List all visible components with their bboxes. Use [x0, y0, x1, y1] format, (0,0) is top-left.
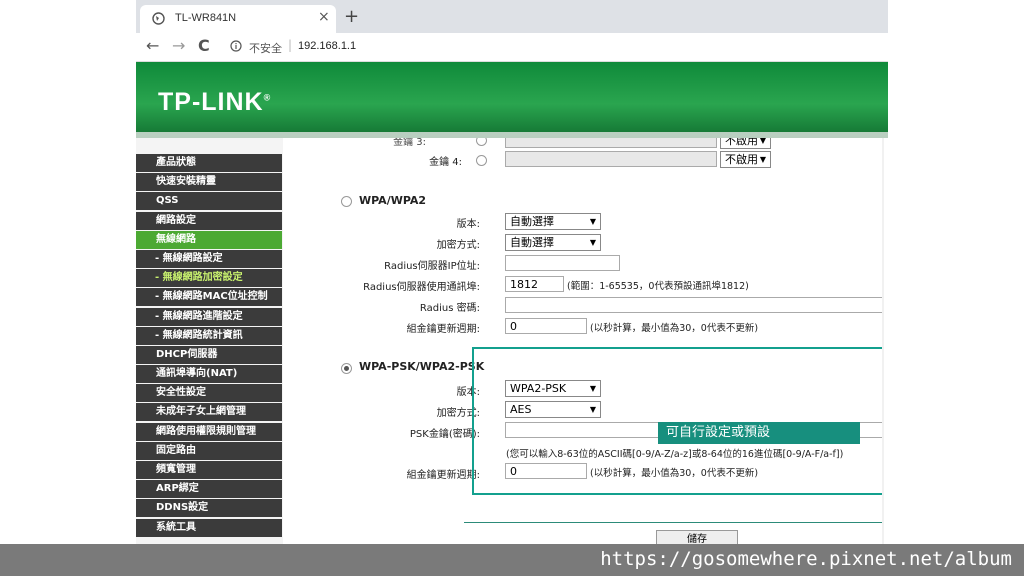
psk-key-label: PSK金鑰(密碼): [409, 429, 480, 440]
key4-select-value: 不啟用 [725, 153, 758, 166]
radius-port-label: Radius伺服器使用通訊埠: [363, 282, 480, 293]
sidebar-item-nat[interactable]: 通訊埠導向(NAT) [136, 365, 282, 384]
sidebar-item-arp[interactable]: ARP綁定 [136, 480, 282, 499]
sidebar-item-wireless-settings[interactable]: - 無線網路設定 [136, 249, 282, 268]
sidebar-menu: 產品狀態 快速安裝精靈 QSS 網路設定 無線網路 - 無線網路設定 - 無線網… [136, 154, 282, 538]
registered-mark: ® [263, 92, 272, 103]
radius-port-note: (範圍：1-65535，0代表預設通訊埠1812) [567, 281, 749, 292]
sidebar-item-dhcp[interactable]: DHCP伺服器 [136, 345, 282, 364]
psk-encryption-label: 加密方式: [436, 408, 480, 419]
key4-radio[interactable] [476, 155, 487, 166]
radius-password-field[interactable] [505, 297, 882, 313]
wpa-title: WPA/WPA2 [359, 194, 427, 207]
wpa-group-key-note: (以秒計算，最小值為30，0代表不更新) [590, 323, 759, 334]
key3-select-value: 不啟用 [725, 138, 758, 147]
dropdown-arrow-icon: ▼ [589, 217, 596, 226]
wpa-version-value: 自動選擇 [510, 215, 554, 228]
radius-ip-field[interactable] [505, 255, 620, 271]
key3-label: 金鑰 3: [393, 138, 426, 148]
watermark-text: https://gosomewhere.pixnet.net/album [600, 548, 1012, 570]
sidebar-item-wireless-security[interactable]: - 無線網路加密設定 [136, 269, 282, 288]
reload-icon[interactable]: C [198, 36, 210, 55]
sidebar-item-status[interactable]: 產品狀態 [136, 154, 282, 172]
key4-field[interactable] [505, 151, 717, 167]
wpa-encryption-label: 加密方式: [436, 240, 480, 251]
tab-bar: TL-WR841N × + [136, 0, 888, 33]
tab-title: TL-WR841N [175, 12, 237, 24]
address-bar: ← → C 不安全 | 192.168.1.1 [136, 33, 888, 62]
sidebar-item-qss[interactable]: QSS [136, 192, 282, 211]
forward-icon[interactable]: → [172, 36, 185, 55]
radius-port-field[interactable]: 1812 [505, 276, 564, 292]
sidebar-item-wireless-advanced[interactable]: - 無線網路進階設定 [136, 307, 282, 326]
info-icon[interactable] [230, 40, 242, 52]
key3-radio[interactable] [476, 138, 487, 146]
wpa-radio[interactable] [341, 196, 352, 207]
radius-ip-label: Radius伺服器IP位址: [384, 261, 480, 272]
browser-tab[interactable]: TL-WR841N × [140, 5, 336, 33]
sidebar-item-parental[interactable]: 未成年子女上網管理 [136, 403, 282, 422]
sidebar-item-bandwidth[interactable]: 頻寬管理 [136, 461, 282, 479]
dropdown-arrow-icon: ▼ [759, 155, 766, 164]
router-header: TP-LINK® [136, 62, 888, 132]
wpa-encryption-select[interactable]: 自動選擇 ▼ [505, 234, 601, 251]
tplink-logo: TP-LINK® [158, 88, 271, 117]
url-field[interactable]: 不安全 | 192.168.1.1 [216, 36, 880, 58]
key3-select[interactable]: 不啟用 ▼ [720, 138, 771, 149]
key4-select[interactable]: 不啟用 ▼ [720, 151, 771, 168]
wpa-version-label: 版本: [456, 219, 480, 230]
sidebar-item-ddns[interactable]: DDNS設定 [136, 499, 282, 518]
psk-title: WPA-PSK/WPA2-PSK [359, 360, 485, 373]
logo-text: TP-LINK [158, 88, 264, 116]
key3-field[interactable] [505, 138, 717, 148]
sidebar-item-network[interactable]: 網路設定 [136, 211, 282, 230]
new-tab-icon[interactable]: + [344, 6, 359, 27]
watermark-bar: https://gosomewhere.pixnet.net/album [0, 544, 1024, 576]
highlight-box [472, 347, 882, 495]
sidebar-item-quick-setup[interactable]: 快速安裝精靈 [136, 173, 282, 192]
wpa-version-select[interactable]: 自動選擇 ▼ [505, 213, 601, 230]
sidebar-item-wireless-stats[interactable]: - 無線網路統計資訊 [136, 326, 282, 345]
wpa-encryption-value: 自動選擇 [510, 236, 554, 249]
browser-window: TL-WR841N × + ← → C 不安全 | 192.168.1.1 TP… [136, 0, 888, 576]
sidebar: 產品狀態 快速安裝精靈 QSS 網路設定 無線網路 - 無線網路設定 - 無線網… [136, 138, 283, 576]
content-panel: 金鑰 3: 不啟用 ▼ 金鑰 4: 不啟用 ▼ WPA/WPA2 版本: 自動選擇 ▼… [286, 138, 882, 576]
sidebar-item-system-tools[interactable]: 系統工具 [136, 518, 282, 537]
sidebar-item-routing[interactable]: 固定路由 [136, 441, 282, 460]
radius-password-label: Radius 密碼: [419, 303, 480, 314]
sidebar-item-security[interactable]: 安全性設定 [136, 384, 282, 403]
security-label: 不安全 [249, 42, 282, 55]
wpa-group-key-field[interactable]: 0 [505, 318, 587, 334]
psk-version-label: 版本: [456, 387, 480, 398]
url-text: 192.168.1.1 [298, 40, 357, 52]
separator: | [288, 38, 293, 52]
psk-group-key-label: 組金鑰更新週期: [406, 470, 480, 481]
psk-radio[interactable] [341, 363, 352, 374]
dropdown-arrow-icon: ▼ [759, 138, 766, 145]
sidebar-item-access-control[interactable]: 網路使用權限規則管理 [136, 422, 282, 441]
sidebar-item-wireless-mac-filter[interactable]: - 無線網路MAC位址控制 [136, 288, 282, 307]
key4-label: 金鑰 4: [429, 157, 462, 168]
wpa-group-key-label: 組金鑰更新週期: [406, 324, 480, 335]
close-tab-icon[interactable]: × [318, 9, 330, 25]
callout-label: 可自行設定或預設 [658, 422, 860, 444]
globe-icon [152, 12, 165, 25]
dropdown-arrow-icon: ▼ [589, 238, 596, 247]
save-divider [464, 522, 882, 523]
back-icon[interactable]: ← [146, 36, 159, 55]
sidebar-item-wireless[interactable]: 無線網路 [136, 230, 282, 249]
